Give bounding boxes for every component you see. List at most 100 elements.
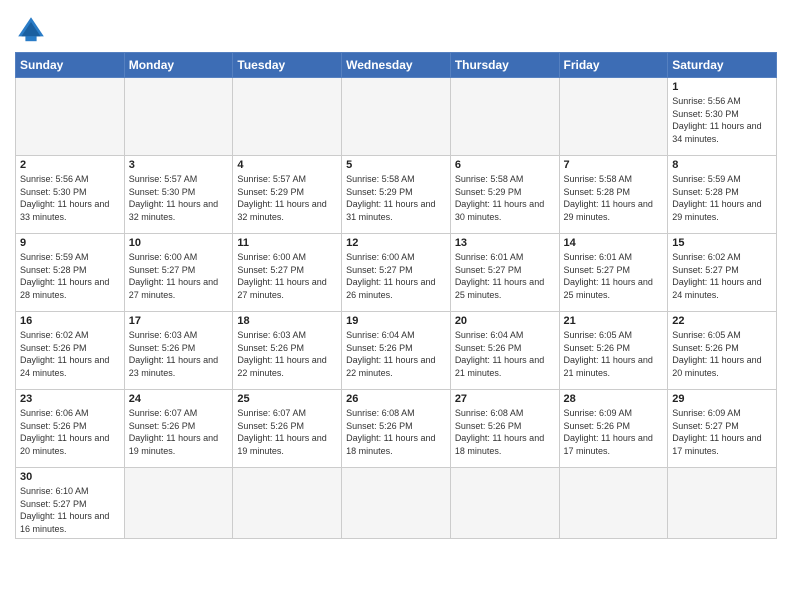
calendar-empty-cell [668,468,777,539]
calendar-empty-cell [124,78,233,156]
calendar-day-cell: 19Sunrise: 6:04 AMSunset: 5:26 PMDayligh… [342,312,451,390]
weekday-header-saturday: Saturday [668,53,777,78]
day-info: Sunrise: 6:09 AMSunset: 5:26 PMDaylight:… [564,407,664,457]
day-info: Sunrise: 5:57 AMSunset: 5:30 PMDaylight:… [129,173,229,223]
day-info: Sunrise: 6:03 AMSunset: 5:26 PMDaylight:… [129,329,229,379]
page: SundayMondayTuesdayWednesdayThursdayFrid… [0,0,792,612]
day-info: Sunrise: 5:56 AMSunset: 5:30 PMDaylight:… [672,95,772,145]
calendar-day-cell: 11Sunrise: 6:00 AMSunset: 5:27 PMDayligh… [233,234,342,312]
day-number: 1 [672,81,772,93]
calendar-day-cell: 29Sunrise: 6:09 AMSunset: 5:27 PMDayligh… [668,390,777,468]
calendar-day-cell: 28 Sunrise: 6:09 AMSunset: 5:26 PMDayligh… [559,390,668,468]
calendar-week-3: 9 Sunrise: 5:59 AMSunset: 5:28 PMDaylight… [16,234,777,312]
calendar-day-cell: 14Sunrise: 6:01 AMSunset: 5:27 PMDayligh… [559,234,668,312]
calendar-empty-cell [342,78,451,156]
day-number: 7 [564,159,664,171]
day-number: 9 [20,237,120,249]
calendar-day-cell: 13 Sunrise: 6:01 AMSunset: 5:27 PMDayligh… [450,234,559,312]
day-number: 14 [564,237,664,249]
calendar-day-cell: 21Sunrise: 6:05 AMSunset: 5:26 PMDayligh… [559,312,668,390]
day-number: 6 [455,159,555,171]
day-number: 16 [20,315,120,327]
day-number: 20 [455,315,555,327]
calendar-day-cell: 12 Sunrise: 6:00 AMSunset: 5:27 PMDayligh… [342,234,451,312]
day-info: Sunrise: 6:04 AMSunset: 5:26 PMDaylight:… [455,329,555,379]
calendar-empty-cell [16,78,125,156]
day-info: Sunrise: 5:58 AMSunset: 5:29 PMDaylight:… [455,173,555,223]
calendar-day-cell: 6 Sunrise: 5:58 AMSunset: 5:29 PMDaylight… [450,156,559,234]
weekday-header-friday: Friday [559,53,668,78]
day-number: 4 [237,159,337,171]
day-number: 27 [455,393,555,405]
calendar-empty-cell [450,78,559,156]
logo-icon [15,14,47,46]
calendar-day-cell: 8 Sunrise: 5:59 AMSunset: 5:28 PMDaylight… [668,156,777,234]
day-info: Sunrise: 5:58 AMSunset: 5:29 PMDaylight:… [346,173,446,223]
day-number: 8 [672,159,772,171]
day-number: 3 [129,159,229,171]
day-info: Sunrise: 6:03 AMSunset: 5:26 PMDaylight:… [237,329,337,379]
calendar-week-5: 23 Sunrise: 6:06 AMSunset: 5:26 PMDayligh… [16,390,777,468]
calendar-day-cell: 20 Sunrise: 6:04 AMSunset: 5:26 PMDayligh… [450,312,559,390]
day-info: Sunrise: 6:00 AMSunset: 5:27 PMDaylight:… [346,251,446,301]
calendar-week-1: 1 Sunrise: 5:56 AMSunset: 5:30 PMDaylight… [16,78,777,156]
day-number: 26 [346,393,446,405]
calendar-day-cell: 24 Sunrise: 6:07 AMSunset: 5:26 PMDayligh… [124,390,233,468]
day-info: Sunrise: 6:00 AMSunset: 5:27 PMDaylight:… [129,251,229,301]
day-info: Sunrise: 6:01 AMSunset: 5:27 PMDaylight:… [455,251,555,301]
day-number: 2 [20,159,120,171]
calendar: SundayMondayTuesdayWednesdayThursdayFrid… [15,52,777,539]
weekday-header-tuesday: Tuesday [233,53,342,78]
logo [15,14,53,46]
calendar-day-cell: 22 Sunrise: 6:05 AMSunset: 5:26 PMDayligh… [668,312,777,390]
calendar-day-cell: 27 Sunrise: 6:08 AMSunset: 5:26 PMDayligh… [450,390,559,468]
calendar-week-6: 30 Sunrise: 6:10 AMSunset: 5:27 PMDayligh… [16,468,777,539]
calendar-week-2: 2 Sunrise: 5:56 AMSunset: 5:30 PMDaylight… [16,156,777,234]
day-info: Sunrise: 5:57 AMSunset: 5:29 PMDaylight:… [237,173,337,223]
calendar-empty-cell [342,468,451,539]
calendar-header-row: SundayMondayTuesdayWednesdayThursdayFrid… [16,53,777,78]
day-info: Sunrise: 6:10 AMSunset: 5:27 PMDaylight:… [20,485,120,535]
calendar-empty-cell [124,468,233,539]
calendar-day-cell: 16 Sunrise: 6:02 AMSunset: 5:26 PMDayligh… [16,312,125,390]
day-number: 15 [672,237,772,249]
day-info: Sunrise: 5:56 AMSunset: 5:30 PMDaylight:… [20,173,120,223]
day-number: 21 [564,315,664,327]
calendar-day-cell: 30 Sunrise: 6:10 AMSunset: 5:27 PMDayligh… [16,468,125,539]
day-info: Sunrise: 6:06 AMSunset: 5:26 PMDaylight:… [20,407,120,457]
day-info: Sunrise: 6:07 AMSunset: 5:26 PMDaylight:… [129,407,229,457]
day-info: Sunrise: 6:07 AMSunset: 5:26 PMDaylight:… [237,407,337,457]
header [15,10,777,46]
calendar-day-cell: 3 Sunrise: 5:57 AMSunset: 5:30 PMDaylight… [124,156,233,234]
calendar-empty-cell [559,78,668,156]
calendar-day-cell: 4 Sunrise: 5:57 AMSunset: 5:29 PMDaylight… [233,156,342,234]
day-number: 28 [564,393,664,405]
day-number: 24 [129,393,229,405]
calendar-day-cell: 15Sunrise: 6:02 AMSunset: 5:27 PMDayligh… [668,234,777,312]
calendar-day-cell: 25Sunrise: 6:07 AMSunset: 5:26 PMDayligh… [233,390,342,468]
day-number: 23 [20,393,120,405]
calendar-day-cell: 9 Sunrise: 5:59 AMSunset: 5:28 PMDaylight… [16,234,125,312]
calendar-empty-cell [559,468,668,539]
calendar-week-4: 16 Sunrise: 6:02 AMSunset: 5:26 PMDayligh… [16,312,777,390]
day-info: Sunrise: 6:08 AMSunset: 5:26 PMDaylight:… [455,407,555,457]
day-number: 13 [455,237,555,249]
day-info: Sunrise: 5:59 AMSunset: 5:28 PMDaylight:… [672,173,772,223]
day-number: 5 [346,159,446,171]
calendar-empty-cell [233,78,342,156]
day-number: 22 [672,315,772,327]
day-number: 29 [672,393,772,405]
day-info: Sunrise: 6:02 AMSunset: 5:26 PMDaylight:… [20,329,120,379]
day-number: 12 [346,237,446,249]
day-number: 11 [237,237,337,249]
calendar-empty-cell [233,468,342,539]
calendar-day-cell: 5 Sunrise: 5:58 AMSunset: 5:29 PMDaylight… [342,156,451,234]
calendar-day-cell: 23 Sunrise: 6:06 AMSunset: 5:26 PMDayligh… [16,390,125,468]
day-info: Sunrise: 6:05 AMSunset: 5:26 PMDaylight:… [672,329,772,379]
day-info: Sunrise: 5:59 AMSunset: 5:28 PMDaylight:… [20,251,120,301]
day-number: 30 [20,471,120,483]
day-info: Sunrise: 6:08 AMSunset: 5:26 PMDaylight:… [346,407,446,457]
weekday-header-sunday: Sunday [16,53,125,78]
day-number: 17 [129,315,229,327]
day-info: Sunrise: 6:04 AMSunset: 5:26 PMDaylight:… [346,329,446,379]
